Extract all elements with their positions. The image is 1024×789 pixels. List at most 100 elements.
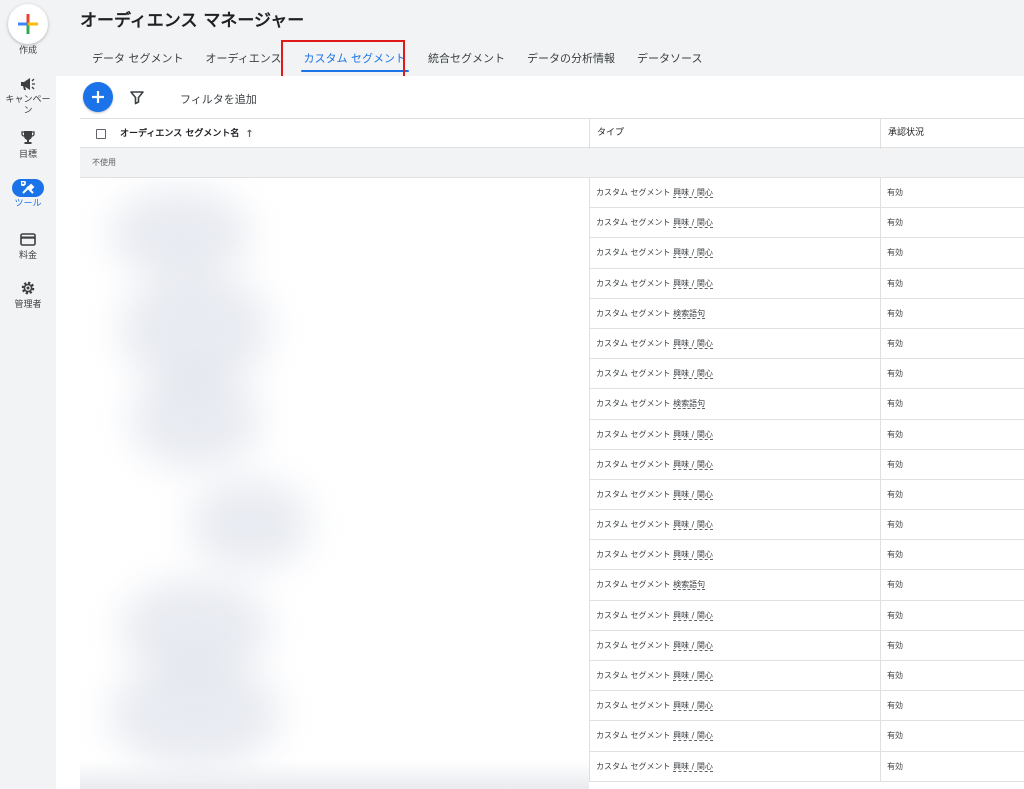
segment-name-cell[interactable] <box>80 480 589 510</box>
segment-subtype-link[interactable]: 興味 / 関心 <box>673 188 713 198</box>
segment-name-cell[interactable] <box>80 601 589 631</box>
create-button[interactable] <box>8 4 48 44</box>
table-row[interactable]: カスタム セグメント 興味 / 関心 有効 <box>80 419 1024 450</box>
segment-subtype-link[interactable]: 興味 / 関心 <box>673 489 713 500</box>
segment-subtype-link[interactable]: 興味 / 関心 <box>673 278 713 289</box>
segment-subtype-link[interactable]: 興味 / 関心 <box>673 248 713 259</box>
table-row[interactable]: カスタム セグメント 興味 / 関心 有効 <box>80 630 1024 661</box>
segment-name-cell[interactable] <box>80 359 589 389</box>
table-row[interactable]: カスタム セグメント 興味 / 関心 有効 <box>80 691 1024 722</box>
column-header-status[interactable]: 承認状況 <box>880 119 1024 149</box>
table-row[interactable]: カスタム セグメント 検索語句 有効 <box>80 298 1024 329</box>
type-cell: カスタム セグメント 検索語句 <box>589 570 880 601</box>
nav-item-tools[interactable]: ツール <box>0 179 56 210</box>
segment-subtype-link[interactable]: 興味 / 関心 <box>673 218 713 229</box>
add-filter-link[interactable]: フィルタを追加 <box>180 91 257 107</box>
segment-subtype-link[interactable]: 興味 / 関心 <box>673 429 713 440</box>
nav-item-admin[interactable]: 管理者 <box>0 278 56 311</box>
type-cell: カスタム セグメント 興味 / 関心 <box>589 178 880 209</box>
nav-create[interactable]: 作成 <box>0 44 56 57</box>
type-cell: カスタム セグメント 興味 / 関心 <box>589 238 880 269</box>
type-cell: カスタム セグメント 興味 / 関心 <box>589 510 880 541</box>
segment-subtype-link[interactable]: 興味 / 関心 <box>673 459 713 470</box>
table-row[interactable]: カスタム セグメント 興味 / 関心 有効 <box>80 208 1024 239</box>
table-row[interactable]: カスタム セグメント 興味 / 関心 有効 <box>80 540 1024 571</box>
segment-name-cell[interactable] <box>80 208 589 238</box>
segment-name-cell[interactable] <box>80 691 589 721</box>
segment-subtype-link[interactable]: 興味 / 関心 <box>673 761 713 772</box>
segment-subtype-link[interactable]: 興味 / 関心 <box>673 671 713 681</box>
table-row[interactable]: カスタム セグメント 検索語句 有効 <box>80 389 1024 420</box>
add-segment-button[interactable] <box>83 82 113 112</box>
nav-item-campaigns-label: キャンペーン <box>5 95 51 116</box>
segment-subtype-link[interactable]: 興味 / 関心 <box>673 610 713 621</box>
nav-item-goals-label: 目標 <box>18 150 37 160</box>
segment-name-cell[interactable] <box>80 299 589 329</box>
segment-name-cell[interactable] <box>80 420 589 450</box>
table-row[interactable]: カスタム セグメント 興味 / 関心 有効 <box>80 178 1024 209</box>
segment-name-cell[interactable] <box>80 721 589 751</box>
nav-item-billing[interactable]: 料金 <box>0 229 56 262</box>
nav-item-campaigns[interactable]: キャンペーン <box>0 74 56 117</box>
segment-name-cell[interactable] <box>80 631 589 661</box>
sort-ascending-icon[interactable]: ↑ <box>245 120 253 149</box>
table-row[interactable]: カスタム セグメント 興味 / 関心 有効 <box>80 510 1024 541</box>
tab-data-sources[interactable]: データソース <box>626 44 713 76</box>
table-row[interactable]: カスタム セグメント 興味 / 関心 有効 <box>80 238 1024 269</box>
table-row[interactable]: カスタム セグメント 検索語句 有効 <box>80 570 1024 601</box>
table-row[interactable]: カスタム セグメント 興味 / 関心 有効 <box>80 479 1024 511</box>
status-cell: 有効 <box>880 600 1024 631</box>
segment-subtype-link[interactable]: 興味 / 関心 <box>673 520 713 531</box>
tab-label: データソース <box>637 52 703 65</box>
select-all-checkbox[interactable] <box>96 129 106 139</box>
segment-name-cell[interactable] <box>80 269 589 299</box>
segment-name-cell[interactable] <box>80 238 589 268</box>
segment-subtype-link[interactable]: 検索語句 <box>673 399 706 410</box>
tab-data-segments[interactable]: データ セグメント <box>80 44 195 76</box>
segment-name-cell[interactable] <box>80 178 589 208</box>
segment-subtype-link[interactable]: 興味 / 関心 <box>673 701 713 712</box>
segment-name-cell[interactable] <box>80 540 589 570</box>
column-header-name[interactable]: オーディエンス セグメント名 ↑ <box>80 119 589 149</box>
segment-name-cell[interactable] <box>80 510 589 540</box>
segment-name-cell[interactable] <box>80 661 589 691</box>
segment-subtype-link[interactable]: 興味 / 関心 <box>673 338 713 349</box>
column-header-type[interactable]: タイプ <box>589 119 880 149</box>
table-row[interactable]: カスタム セグメント 興味 / 関心 有効 <box>80 751 1024 782</box>
segment-name-cell[interactable] <box>80 570 589 600</box>
tab-combined-segments[interactable]: 統合セグメント <box>417 44 516 76</box>
filter-icon[interactable] <box>129 89 145 105</box>
segment-subtype-link[interactable]: 興味 / 関心 <box>673 731 713 742</box>
table-row[interactable]: カスタム セグメント 興味 / 関心 有効 <box>80 359 1024 390</box>
table-row[interactable]: カスタム セグメント 興味 / 関心 有効 <box>80 449 1024 480</box>
segment-subtype-link[interactable]: 興味 / 関心 <box>673 369 713 380</box>
segment-subtype-link[interactable]: 興味 / 関心 <box>673 550 713 561</box>
table-row[interactable]: カスタム セグメント 興味 / 関心 有効 <box>80 268 1024 299</box>
segment-subtype-link[interactable]: 検索語句 <box>673 580 706 591</box>
segment-subtype-link[interactable]: 興味 / 関心 <box>673 640 713 651</box>
segment-name-cell[interactable] <box>80 450 589 480</box>
type-cell: カスタム セグメント 興味 / 関心 <box>589 359 880 390</box>
table-row[interactable]: カスタム セグメント 興味 / 関心 有効 <box>80 661 1024 692</box>
status-cell: 有効 <box>880 389 1024 420</box>
table-header: オーディエンス セグメント名 ↑ タイプ 承認状況 <box>80 118 1024 149</box>
segment-name-cell[interactable] <box>80 329 589 359</box>
tab-data-insights[interactable]: データの分析情報 <box>516 44 626 76</box>
table-row[interactable]: カスタム セグメント 興味 / 関心 有効 <box>80 721 1024 752</box>
table-row[interactable]: カスタム セグメント 興味 / 関心 有効 <box>80 600 1024 631</box>
table-row[interactable]: カスタム セグメント 興味 / 関心 有効 <box>80 328 1024 360</box>
segment-type: カスタム セグメント <box>596 248 671 258</box>
nav-item-goals[interactable]: 目標 <box>0 128 56 161</box>
segment-name-cell[interactable] <box>80 389 589 419</box>
tab-audiences[interactable]: オーディエンス <box>195 44 293 76</box>
type-cell: カスタム セグメント 興味 / 関心 <box>589 268 880 299</box>
table-toolbar: フィルタを追加 <box>80 76 1024 118</box>
type-cell: カスタム セグメント 興味 / 関心 <box>589 751 880 782</box>
segment-name-cell[interactable] <box>80 752 589 782</box>
gear-icon <box>0 278 56 298</box>
segment-type: カスタム セグメント <box>596 188 671 197</box>
type-cell: カスタム セグメント 興味 / 関心 <box>589 721 880 752</box>
tab-custom-segments[interactable]: カスタム セグメント <box>293 44 418 76</box>
segment-subtype-link[interactable]: 検索語句 <box>673 308 706 319</box>
status-cell: 有効 <box>880 449 1024 480</box>
